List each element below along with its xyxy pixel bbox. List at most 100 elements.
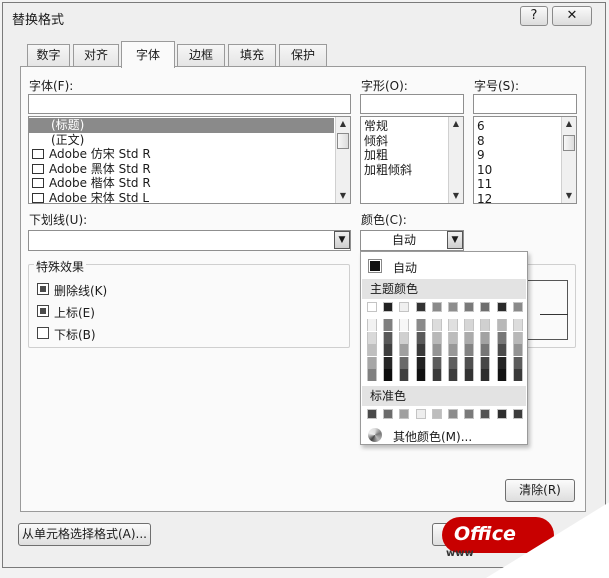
more-colors-option[interactable]: 其他颜色(M)... [393,428,472,445]
standard-color-swatch[interactable] [383,409,394,419]
theme-shade-swatch[interactable] [399,331,410,344]
theme-shade-swatch[interactable] [512,319,523,331]
font-input[interactable] [28,94,351,114]
pick-from-cell-button[interactable]: 从单元格选择格式(A)... [18,523,151,546]
theme-shade-swatch[interactable] [431,356,442,369]
theme-shade-swatch[interactable] [367,319,377,331]
theme-shade-swatch[interactable] [399,369,410,381]
size-list[interactable]: 6 8 9 10 11 12 ▲ ▼ [473,116,577,204]
theme-shade-swatch[interactable] [415,369,426,381]
theme-shade-swatch[interactable] [367,331,377,344]
strikethrough-checkbox[interactable] [37,283,49,295]
theme-shade-swatch[interactable] [431,319,442,331]
help-button[interactable]: ? [520,6,548,26]
theme-shade-swatch[interactable] [448,369,458,381]
theme-shade-swatch[interactable] [448,356,458,369]
scroll-down-arrow-icon[interactable]: ▼ [564,191,574,201]
theme-shade-swatch[interactable] [512,344,523,356]
theme-shade-swatch[interactable] [480,319,491,331]
style-list-item[interactable]: 常规 [361,119,447,134]
font-list-item[interactable]: Adobe 楷体 Std R [29,176,334,191]
font-list-scrollbar[interactable]: ▲ ▼ [335,117,350,203]
theme-shade-swatch[interactable] [512,356,523,369]
theme-shade-swatch[interactable] [383,331,394,344]
standard-color-swatch[interactable] [431,409,442,419]
theme-shade-swatch[interactable] [399,344,410,356]
theme-shade-swatch[interactable] [383,319,394,331]
theme-shade-swatch[interactable] [464,319,475,331]
tab-border[interactable]: 边框 [177,44,225,67]
scroll-down-arrow-icon[interactable]: ▼ [338,191,348,201]
tab-number[interactable]: 数字 [27,44,70,67]
standard-color-swatch[interactable] [480,409,491,419]
standard-color-swatch[interactable] [512,409,523,419]
theme-shade-swatch[interactable] [367,369,377,381]
font-list-item[interactable]: Adobe 仿宋 Std R [29,147,334,162]
font-list-item[interactable]: (正文) [29,133,334,148]
auto-color-option[interactable]: 自动 [393,259,417,276]
theme-shade-swatch[interactable] [496,319,507,331]
subscript-checkbox[interactable] [37,327,49,339]
theme-color-swatch[interactable] [383,302,394,312]
theme-shade-swatch[interactable] [464,344,475,356]
theme-color-swatch[interactable] [480,302,491,312]
theme-shade-swatch[interactable] [415,356,426,369]
theme-shade-swatch[interactable] [464,369,475,381]
standard-color-swatch[interactable] [496,409,507,419]
scroll-up-arrow-icon[interactable]: ▲ [451,119,461,129]
theme-shade-swatch[interactable] [464,331,475,344]
style-list-item[interactable]: 加粗倾斜 [361,163,447,178]
theme-color-swatch[interactable] [367,302,377,312]
auto-color-swatch[interactable] [368,259,382,273]
font-list-item[interactable]: (标题) [29,118,334,133]
theme-shade-swatch[interactable] [367,344,377,356]
theme-color-swatch[interactable] [496,302,507,312]
theme-color-swatch[interactable] [415,302,426,312]
theme-shade-swatch[interactable] [399,356,410,369]
theme-color-swatch[interactable] [399,302,410,312]
font-list[interactable]: (标题) (正文) Adobe 仿宋 Std R Adobe 黑体 Std R … [28,116,351,204]
font-list-item[interactable]: Adobe 宋体 Std L [29,191,334,203]
tab-fill[interactable]: 填充 [228,44,276,67]
theme-shade-swatch[interactable] [431,369,442,381]
color-dropdown-icon[interactable]: ▼ [447,231,463,249]
theme-shade-swatch[interactable] [399,319,410,331]
theme-shade-swatch[interactable] [431,344,442,356]
tab-protection[interactable]: 保护 [279,44,327,67]
theme-shade-swatch[interactable] [512,369,523,381]
style-input[interactable] [360,94,464,114]
size-list-item[interactable]: 6 [474,119,560,134]
theme-shade-swatch[interactable] [480,369,491,381]
scroll-thumb[interactable] [563,135,575,151]
size-list-scrollbar[interactable]: ▲ ▼ [561,117,576,203]
theme-shade-swatch[interactable] [480,344,491,356]
theme-shade-swatch[interactable] [367,356,377,369]
style-list[interactable]: 常规 倾斜 加粗 加粗倾斜 ▲ ▼ [360,116,464,204]
theme-shade-swatch[interactable] [464,356,475,369]
theme-shade-swatch[interactable] [496,331,507,344]
scroll-down-arrow-icon[interactable]: ▼ [451,191,461,201]
theme-shade-swatch[interactable] [448,331,458,344]
theme-shade-swatch[interactable] [496,369,507,381]
size-input[interactable] [473,94,577,114]
theme-shade-swatch[interactable] [415,344,426,356]
theme-shade-swatch[interactable] [512,331,523,344]
theme-color-swatch[interactable] [464,302,475,312]
close-button[interactable]: ✕ [552,6,592,26]
theme-shade-swatch[interactable] [383,344,394,356]
size-list-item[interactable]: 10 [474,163,560,178]
theme-shade-swatch[interactable] [415,331,426,344]
standard-color-swatch[interactable] [464,409,475,419]
theme-shade-swatch[interactable] [415,319,426,331]
superscript-label[interactable]: 上标(E) [54,304,95,321]
style-list-scrollbar[interactable]: ▲ ▼ [448,117,463,203]
standard-color-swatch[interactable] [448,409,458,419]
underline-select[interactable] [28,230,351,251]
style-list-item[interactable]: 加粗 [361,148,447,163]
standard-color-swatch[interactable] [415,409,426,419]
theme-shade-swatch[interactable] [383,356,394,369]
theme-shade-swatch[interactable] [496,356,507,369]
theme-shade-swatch[interactable] [448,319,458,331]
size-list-item[interactable]: 9 [474,148,560,163]
standard-color-swatch[interactable] [399,409,410,419]
